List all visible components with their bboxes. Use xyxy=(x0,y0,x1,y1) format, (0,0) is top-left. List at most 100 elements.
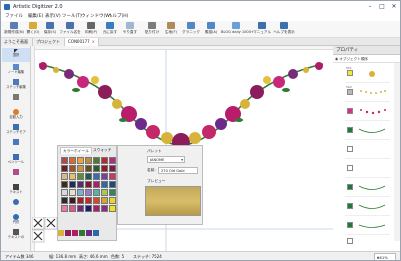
close-button[interactable]: ✕ xyxy=(389,2,399,11)
paste-button[interactable]: 貼り付け xyxy=(143,22,161,37)
color-swatch[interactable] xyxy=(85,181,92,188)
pen-tool[interactable]: ペンツール xyxy=(2,153,30,167)
menu-view[interactable]: 表示(V) xyxy=(45,13,61,21)
object-row[interactable]: 501 xyxy=(345,65,390,83)
open-button[interactable]: 開く(O) xyxy=(25,22,41,37)
menu-file[interactable]: ファイル xyxy=(5,13,23,21)
grid-tool[interactable] xyxy=(2,138,30,152)
color-swatch[interactable] xyxy=(69,197,76,204)
color-swatch[interactable] xyxy=(77,189,84,196)
color-swatch[interactable] xyxy=(93,173,100,180)
color-swatch[interactable] xyxy=(77,181,84,188)
select-tool[interactable]: 選択 xyxy=(2,48,30,62)
node-edit-tool[interactable]: ノード編集 xyxy=(2,63,30,77)
object-row[interactable] xyxy=(345,217,390,235)
menu-window[interactable]: ウィンドウ(W) xyxy=(81,13,111,21)
object-row[interactable] xyxy=(345,236,390,248)
color-swatch[interactable] xyxy=(61,157,68,164)
color-swatch[interactable] xyxy=(77,157,84,164)
color-swatch[interactable] xyxy=(109,189,116,196)
object-row[interactable]: 502 xyxy=(345,84,390,102)
color-swatch[interactable] xyxy=(85,189,92,196)
color-swatch[interactable] xyxy=(101,197,108,204)
color-swatch[interactable] xyxy=(85,197,92,204)
close-tab-icon[interactable]: × xyxy=(92,39,95,44)
color-swatch[interactable] xyxy=(101,181,108,188)
color-swatch[interactable] xyxy=(109,165,116,172)
text-tool[interactable]: テキスト xyxy=(2,183,30,197)
color-swatch[interactable] xyxy=(109,197,116,204)
color-swatch[interactable] xyxy=(93,189,100,196)
color-swatch[interactable] xyxy=(93,157,100,164)
object-row[interactable] xyxy=(345,160,390,178)
color-swatch[interactable] xyxy=(101,157,108,164)
save-button[interactable]: 保存(S) xyxy=(42,22,58,37)
ellipse-tool[interactable]: 円形 xyxy=(2,213,30,227)
auto-fill-tool[interactable]: 自動入力 xyxy=(2,108,30,122)
color-swatch[interactable] xyxy=(61,173,68,180)
tab-swatches[interactable]: スウォッチ xyxy=(91,147,113,154)
fabric-button[interactable]: 生地(F) xyxy=(163,22,179,37)
color-swatch[interactable] xyxy=(69,181,76,188)
color-swatch[interactable] xyxy=(61,189,68,196)
color-swatch[interactable] xyxy=(61,197,68,204)
print-button[interactable]: 印刷(P) xyxy=(83,22,99,37)
color-swatch[interactable] xyxy=(61,165,68,172)
new-button[interactable]: 新規作成(N) xyxy=(4,22,24,37)
redo-button[interactable]: やり直す xyxy=(121,22,139,37)
tab-project[interactable]: プロジェクト× xyxy=(33,38,65,52)
tab-color-wheel[interactable]: カラーホイール xyxy=(60,147,92,154)
object-row[interactable] xyxy=(345,179,390,197)
maximize-button[interactable]: □ xyxy=(377,2,387,11)
menu-tools[interactable]: ツール(T) xyxy=(62,13,82,21)
color-swatch[interactable] xyxy=(101,173,108,180)
color-swatch[interactable] xyxy=(109,205,116,212)
graphic-button[interactable]: グラニック xyxy=(181,22,201,37)
color-swatch[interactable] xyxy=(69,165,76,172)
save-as-button[interactable]: ファイル名を xyxy=(59,22,81,37)
color-swatch[interactable] xyxy=(93,165,100,172)
undo-button[interactable]: 元に戻す xyxy=(101,22,119,37)
manual-button[interactable]: マニュアル xyxy=(253,22,271,37)
thread-name-field[interactable]: 270 Old Gold xyxy=(158,167,198,174)
fill-tool[interactable] xyxy=(2,198,30,212)
tab-welcome[interactable]: ようこそ画面 xyxy=(1,38,33,46)
menu-edit[interactable]: 編集(E) xyxy=(28,13,43,21)
color-swatch[interactable] xyxy=(77,165,84,172)
color-swatch[interactable] xyxy=(85,157,92,164)
color-swatch[interactable] xyxy=(69,189,76,196)
color-swatch[interactable] xyxy=(77,197,84,204)
color-swatch[interactable] xyxy=(101,205,108,212)
color-swatch[interactable] xyxy=(69,205,76,212)
color-swatch[interactable] xyxy=(93,197,100,204)
blog-button[interactable]: BLOG daily 1000+ xyxy=(221,22,254,37)
color-swatch[interactable] xyxy=(77,205,84,212)
object-row[interactable] xyxy=(345,103,390,121)
color-swatch[interactable] xyxy=(109,173,116,180)
color-swatch[interactable] xyxy=(69,157,76,164)
zoom-select[interactable]: 161% ▾ xyxy=(374,253,396,260)
color-swatch[interactable] xyxy=(109,157,116,164)
color-swatch[interactable] xyxy=(61,205,68,212)
text-path-tool[interactable]: テキストの xyxy=(2,228,30,242)
stitch-mode-tool[interactable]: ステッチモア xyxy=(2,123,30,137)
color-swatch[interactable] xyxy=(61,181,68,188)
palette-select[interactable]: JANOME ▾ xyxy=(147,156,185,163)
color-swatch[interactable] xyxy=(85,165,92,172)
minimize-button[interactable]: – xyxy=(365,2,375,11)
color-swatch[interactable] xyxy=(109,181,116,188)
sketch-button[interactable]: 素描(A) xyxy=(203,22,219,37)
object-row[interactable] xyxy=(345,198,390,216)
stitch-edit-tool[interactable]: ステッチ編集 xyxy=(2,78,30,92)
shape-tool[interactable] xyxy=(2,93,30,107)
color-swatch[interactable] xyxy=(101,165,108,172)
color-swatch[interactable] xyxy=(69,173,76,180)
color-swatch[interactable] xyxy=(85,173,92,180)
color-swatch[interactable] xyxy=(93,205,100,212)
color-swatch[interactable] xyxy=(85,205,92,212)
color-swatch[interactable] xyxy=(93,181,100,188)
help-button[interactable]: ヘルプを表示 xyxy=(273,22,295,37)
color-swatch[interactable] xyxy=(77,173,84,180)
tab-design[interactable]: CON00177 × xyxy=(65,38,99,46)
menu-help[interactable]: ヘルプ(H) xyxy=(108,13,128,21)
